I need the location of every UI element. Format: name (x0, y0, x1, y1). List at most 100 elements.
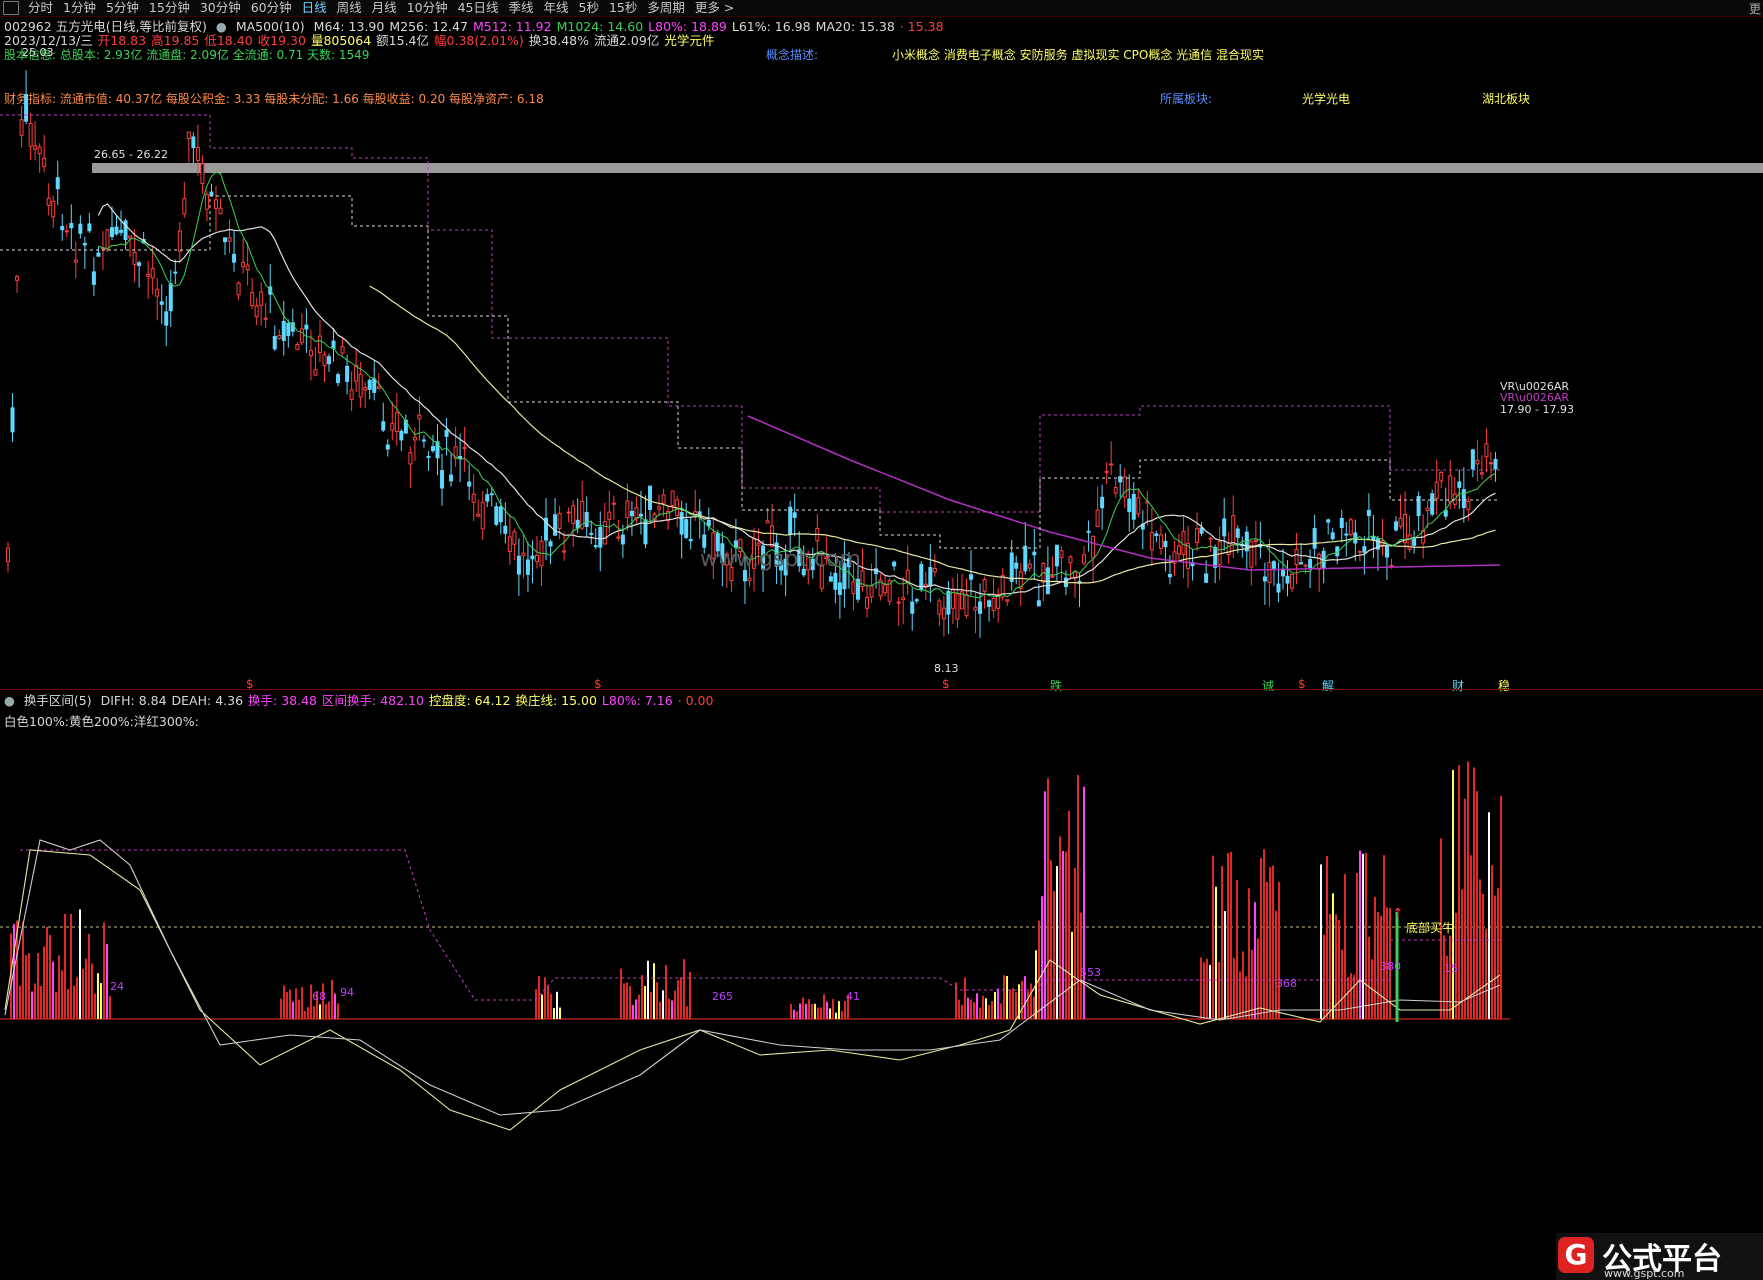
candle-body (46, 197, 51, 206)
turnover-indicator-chart[interactable]: ↑ 底部买牛 24 68 94 265 41 553 368 380 15 (0, 690, 1763, 1280)
candle-body (896, 601, 901, 604)
turnover-bar (826, 1001, 828, 1019)
candle-body (946, 590, 951, 615)
candle-body (883, 584, 888, 594)
candle-body (204, 194, 209, 210)
turnover-bar (1278, 881, 1280, 1019)
turnover-bar (1257, 938, 1259, 1019)
candle-body (869, 585, 874, 598)
turnover-bar (331, 979, 333, 1019)
candle-body (1262, 576, 1267, 582)
turnover-bar (298, 999, 300, 1019)
candle-body (1280, 569, 1285, 577)
turnover-bar (799, 1003, 801, 1019)
turnover-bar (1476, 791, 1478, 1019)
candle-body (973, 606, 978, 611)
turnover-bar (832, 999, 834, 1019)
brand-url: www.gspt.com (1604, 1267, 1685, 1280)
candle-body (1036, 600, 1041, 607)
turnover-bar (34, 983, 36, 1019)
candle-body (308, 350, 313, 357)
candle-body (1082, 554, 1087, 564)
candle-body (1059, 550, 1064, 559)
candle-body (1357, 550, 1362, 553)
candle-body (1208, 537, 1213, 540)
indicator-number-0: 24 (110, 980, 124, 993)
candle-body (530, 555, 535, 560)
candle-body (1317, 553, 1322, 570)
turnover-bar (991, 1001, 993, 1019)
candle-body (575, 519, 580, 529)
turnover-bar (823, 994, 825, 1019)
turnover-bar (1233, 958, 1235, 1019)
turnover-bar (982, 995, 984, 1019)
candle-body (593, 545, 598, 548)
turnover-bar (629, 985, 631, 1019)
turnover-bar (52, 961, 54, 1019)
peak-price-label: 25.03 (22, 46, 54, 59)
turnover-bar (49, 934, 51, 1019)
candle-body (684, 519, 689, 538)
candle-body (42, 157, 47, 167)
candle-body (1384, 546, 1389, 558)
turnover-bar (109, 996, 111, 1019)
candle-body (426, 455, 431, 458)
turnover-bar (1009, 989, 1011, 1019)
turnover-bar (1272, 865, 1274, 1019)
turnover-bar (289, 989, 291, 1019)
candle-body (1394, 521, 1399, 531)
candle-body (340, 346, 345, 354)
turnover-bar (1464, 798, 1466, 1019)
turnover-bar (301, 987, 303, 1019)
candle-body (476, 513, 481, 517)
candle-body (1131, 493, 1136, 520)
turnover-bar (1482, 893, 1484, 1019)
turnover-bar (1059, 836, 1061, 1019)
candle-body (562, 550, 567, 553)
candle-body (349, 389, 354, 400)
turnover-bar (967, 997, 969, 1019)
turnover-bar (106, 943, 108, 1019)
candle-body (159, 301, 164, 305)
turnover-bar (1074, 867, 1076, 1019)
turnover-bar (334, 993, 336, 1019)
turnover-bar (665, 965, 667, 1019)
turnover-bar (304, 1010, 306, 1019)
turnover-bar (844, 1001, 846, 1019)
turnover-bar (25, 955, 27, 1019)
candle-body (1118, 476, 1123, 483)
candle-body (299, 328, 304, 344)
candle-body (91, 271, 96, 285)
turnover-bar (292, 1001, 294, 1019)
candle-body (1271, 561, 1276, 569)
candle-body (1091, 535, 1096, 559)
turnover-bar (793, 1009, 795, 1019)
turnover-bar (547, 985, 549, 1019)
candle-body (1457, 481, 1462, 488)
turnover-bar (1359, 850, 1361, 1019)
candle-body (625, 500, 630, 518)
candle-body (589, 532, 594, 535)
candle-body (1032, 551, 1037, 556)
candle-body (218, 207, 223, 215)
candle-body (177, 230, 182, 252)
turnover-bar (1362, 853, 1364, 1019)
turnover-bar (1329, 913, 1331, 1019)
candle-body (1181, 530, 1186, 555)
turnover-bar (994, 992, 996, 1019)
candle-body (313, 369, 318, 376)
price-chart[interactable]: 26.65 - 26.22 8.13 25.03 www.gspt.com VR… (0, 0, 1763, 690)
turnover-bar (1209, 964, 1211, 1019)
candle-body (317, 335, 322, 354)
candle-body (937, 600, 942, 615)
candle-body (1113, 486, 1118, 494)
turnover-bar (650, 991, 652, 1019)
candle-body (109, 227, 114, 237)
turnover-bar (1458, 765, 1460, 1019)
turnover-bar (67, 989, 69, 1019)
candle-body (1127, 498, 1132, 513)
turnover-bar (1326, 855, 1328, 1019)
turnover-bar (1038, 920, 1040, 1019)
turnover-bar (641, 975, 643, 1019)
turnover-bar (1452, 769, 1454, 1019)
